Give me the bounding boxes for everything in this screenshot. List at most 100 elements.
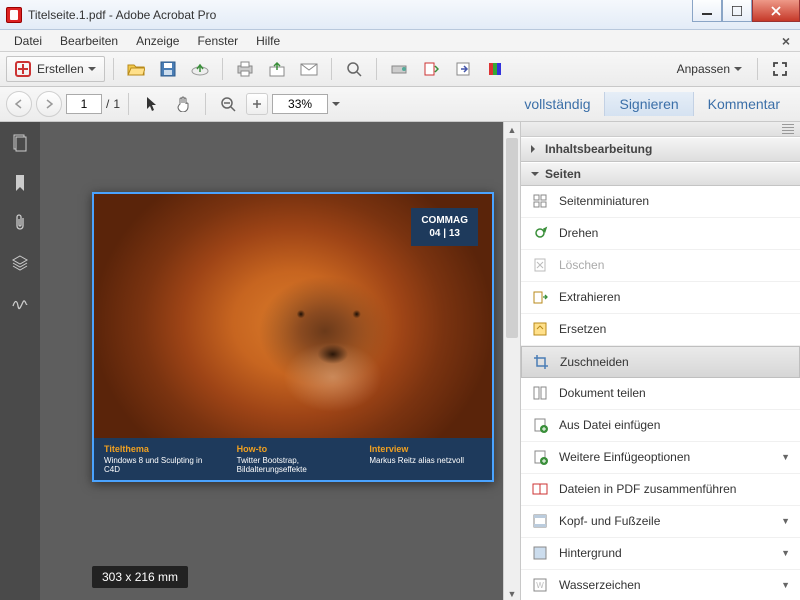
scroll-down-icon[interactable]: ▼: [504, 586, 520, 600]
customize-label: Anpassen: [677, 62, 730, 76]
headerfooter-icon: [531, 512, 549, 530]
crop-icon: [532, 353, 550, 371]
cloud-button[interactable]: [186, 56, 214, 82]
section-inhaltsbearbeitung[interactable]: Inhaltsbearbeitung: [521, 137, 800, 161]
print-button[interactable]: [231, 56, 259, 82]
save-button[interactable]: [154, 56, 182, 82]
zoom-level-input[interactable]: [272, 94, 328, 114]
email-button[interactable]: [295, 56, 323, 82]
tool-combine[interactable]: Dateien in PDF zusammenführen: [521, 474, 800, 506]
bookmark-icon[interactable]: [9, 172, 31, 194]
watermark-icon: W: [531, 576, 549, 594]
split-icon: [531, 384, 549, 402]
tool-thumb[interactable]: Seitenminiaturen: [521, 186, 800, 218]
search-button[interactable]: [340, 56, 368, 82]
zoom-dropdown-icon[interactable]: [332, 102, 340, 110]
extract-icon: [531, 288, 549, 306]
customize-button[interactable]: Anpassen: [672, 56, 749, 82]
badge-line2: 04 | 13: [421, 227, 468, 240]
create-button[interactable]: Erstellen: [6, 56, 105, 82]
page-dimensions: 303 x 216 mm: [92, 566, 188, 588]
export-button[interactable]: [449, 56, 477, 82]
menu-fenster[interactable]: Fenster: [189, 32, 246, 50]
main-area: COMMAG 04 | 13 TitelthemaWindows 8 und S…: [0, 122, 800, 600]
tool-delete: Löschen: [521, 250, 800, 282]
svg-text:W: W: [536, 581, 544, 590]
tool-label: Zuschneiden: [560, 355, 629, 369]
color-button[interactable]: [481, 56, 509, 82]
close-document-button[interactable]: ×: [778, 33, 794, 49]
vertical-scrollbar[interactable]: ▲ ▼: [503, 122, 520, 600]
tool-crop[interactable]: Zuschneiden: [521, 346, 800, 378]
tool-label: Kopf- und Fußzeile: [559, 514, 660, 528]
chevron-right-icon: [531, 145, 539, 153]
combine-icon: [531, 480, 549, 498]
maximize-button[interactable]: [722, 0, 752, 22]
attachment-icon[interactable]: [9, 212, 31, 234]
insert-icon: [531, 416, 549, 434]
tool-headerfooter[interactable]: Kopf- und Fußzeile▼: [521, 506, 800, 538]
window-controls: [692, 0, 800, 22]
section-label: Seiten: [545, 167, 581, 181]
tool-label: Ersetzen: [559, 322, 606, 336]
tool-label: Seitenminiaturen: [559, 194, 649, 208]
share-button[interactable]: [263, 56, 291, 82]
tab-signieren[interactable]: Signieren: [604, 92, 693, 116]
chevron-down-icon: [88, 67, 96, 75]
document-area[interactable]: COMMAG 04 | 13 TitelthemaWindows 8 und S…: [40, 122, 503, 600]
pages-panel-icon[interactable]: [9, 132, 31, 154]
menu-bar: Datei Bearbeiten Anzeige Fenster Hilfe ×: [0, 30, 800, 52]
tool-insert[interactable]: Aus Datei einfügen: [521, 410, 800, 442]
menu-anzeige[interactable]: Anzeige: [128, 32, 187, 50]
fullscreen-button[interactable]: [766, 56, 794, 82]
tool-background[interactable]: Hintergrund ▼: [521, 538, 800, 570]
scroll-thumb[interactable]: [506, 138, 518, 338]
panel-menu-icon[interactable]: [782, 124, 794, 134]
delete-icon: [531, 256, 549, 274]
pages-tool-list: Seitenminiaturen DrehenLöschen Extrahieren…: [521, 186, 800, 600]
create-label: Erstellen: [37, 62, 84, 76]
acrobat-app-icon: [6, 7, 22, 23]
hand-tool-button[interactable]: [169, 91, 197, 117]
scroll-up-icon[interactable]: ▲: [504, 122, 520, 138]
prev-page-button[interactable]: [6, 91, 32, 117]
tool-label: Extrahieren: [559, 290, 620, 304]
tools-panel: Inhaltsbearbeitung Seiten Seitenminiatur…: [520, 122, 800, 600]
page-total: 1: [113, 97, 120, 111]
select-tool-button[interactable]: [137, 91, 165, 117]
convert-button[interactable]: [417, 56, 445, 82]
tool-label: Dokument teilen: [559, 386, 646, 400]
tab-vollstaendig[interactable]: vollständig: [510, 92, 604, 116]
quick-print-button[interactable]: [385, 56, 413, 82]
tool-insert-more[interactable]: Weitere Einfügeoptionen▼: [521, 442, 800, 474]
chevron-down-icon: [734, 67, 742, 75]
chevron-down-icon: ▼: [781, 452, 790, 462]
page-separator: /: [106, 97, 109, 111]
layers-icon[interactable]: [9, 252, 31, 274]
navigation-toolbar: / 1 vollständig Signieren Kommentar: [0, 87, 800, 122]
signatures-icon[interactable]: [9, 292, 31, 314]
menu-bearbeiten[interactable]: Bearbeiten: [52, 32, 126, 50]
minimize-button[interactable]: [692, 0, 722, 22]
next-page-button[interactable]: [36, 91, 62, 117]
menu-datei[interactable]: Datei: [6, 32, 50, 50]
zoom-in-button[interactable]: [246, 93, 268, 115]
open-button[interactable]: [122, 56, 150, 82]
close-button[interactable]: [752, 0, 800, 22]
window-titlebar: Titelseite.1.pdf - Adobe Acrobat Pro: [0, 0, 800, 30]
section-seiten[interactable]: Seiten: [521, 162, 800, 186]
tool-rotate[interactable]: Drehen: [521, 218, 800, 250]
page-footer: TitelthemaWindows 8 und Sculpting in C4D…: [94, 438, 492, 480]
tool-label: Hintergrund: [559, 546, 622, 560]
tool-extract[interactable]: Extrahieren: [521, 282, 800, 314]
tool-watermark[interactable]: WWasserzeichen▼: [521, 570, 800, 600]
zoom-out-button[interactable]: [214, 91, 242, 117]
pdf-page[interactable]: COMMAG 04 | 13 TitelthemaWindows 8 und S…: [92, 192, 494, 482]
page-number-input[interactable]: [66, 94, 102, 114]
chevron-down-icon: ▼: [781, 548, 790, 558]
tool-split[interactable]: Dokument teilen: [521, 378, 800, 410]
section-label: Inhaltsbearbeitung: [545, 142, 652, 156]
menu-hilfe[interactable]: Hilfe: [248, 32, 288, 50]
tab-kommentar[interactable]: Kommentar: [694, 92, 794, 116]
tool-replace[interactable]: Ersetzen: [521, 314, 800, 346]
